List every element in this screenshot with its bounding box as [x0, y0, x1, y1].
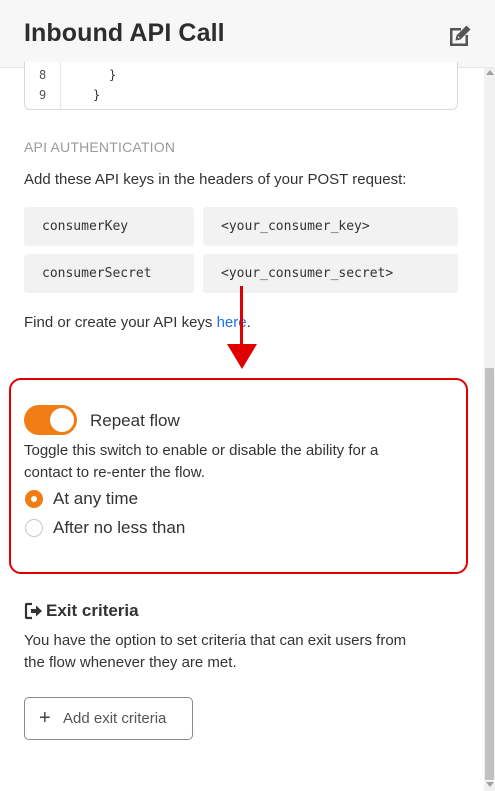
edit-icon: [450, 25, 471, 46]
exit-criteria-description-line2: the flow whenever they are met.: [24, 654, 237, 671]
repeat-flow-label: Repeat flow: [90, 411, 180, 430]
exit-criteria-description-line1: You have the option to set criteria that…: [24, 632, 407, 649]
page-title: Inbound API Call: [24, 19, 225, 47]
consumer-key-name: consumerKey: [24, 207, 194, 246]
api-keys-hint: Find or create your API keys here.: [24, 312, 251, 334]
repeat-flow-toggle[interactable]: [24, 405, 77, 435]
api-auth-heading: API AUTHENTICATION: [24, 139, 176, 155]
edit-button[interactable]: [446, 22, 474, 50]
annotation-arrow-head: [227, 344, 257, 369]
repeat-flow-description-line1: Toggle this switch to enable or disable …: [24, 442, 379, 459]
page-header: Inbound API Call: [0, 0, 495, 68]
plus-icon: +: [39, 707, 51, 729]
line-number: 8: [39, 68, 47, 82]
scroll-up-arrow-icon[interactable]: [486, 70, 494, 75]
radio-label-at-any-time[interactable]: At any time: [53, 489, 138, 509]
exit-criteria-heading: Exit criteria: [46, 601, 139, 620]
api-auth-description: Add these API keys in the headers of you…: [24, 171, 407, 188]
line-number: 9: [39, 88, 47, 102]
add-exit-criteria-button[interactable]: + Add exit criteria: [24, 697, 193, 740]
consumer-secret-name: consumerSecret: [24, 254, 194, 293]
code-text: }: [93, 88, 101, 102]
scroll-down-arrow-icon[interactable]: [486, 782, 494, 787]
sign-out-icon: [24, 602, 42, 620]
repeat-flow-description-line2: contact to re-enter the flow.: [24, 464, 205, 481]
consumer-key-value: <your_consumer_key>: [203, 207, 458, 246]
add-exit-criteria-label: Add exit criteria: [63, 710, 167, 727]
code-snippet: 8 } 9 }: [24, 62, 458, 110]
annotation-arrow-shaft: [240, 286, 243, 346]
scrollbar-thumb[interactable]: [485, 368, 494, 780]
api-keys-hint-text: Find or create your API keys: [24, 314, 217, 331]
radio-label-after-no-less-than[interactable]: After no less than: [53, 518, 185, 538]
radio-at-any-time[interactable]: [25, 490, 43, 508]
radio-after-no-less-than[interactable]: [25, 519, 43, 537]
toggle-knob: [50, 408, 74, 432]
api-keys-hint-suffix: .: [246, 314, 251, 331]
code-text: }: [109, 68, 117, 82]
